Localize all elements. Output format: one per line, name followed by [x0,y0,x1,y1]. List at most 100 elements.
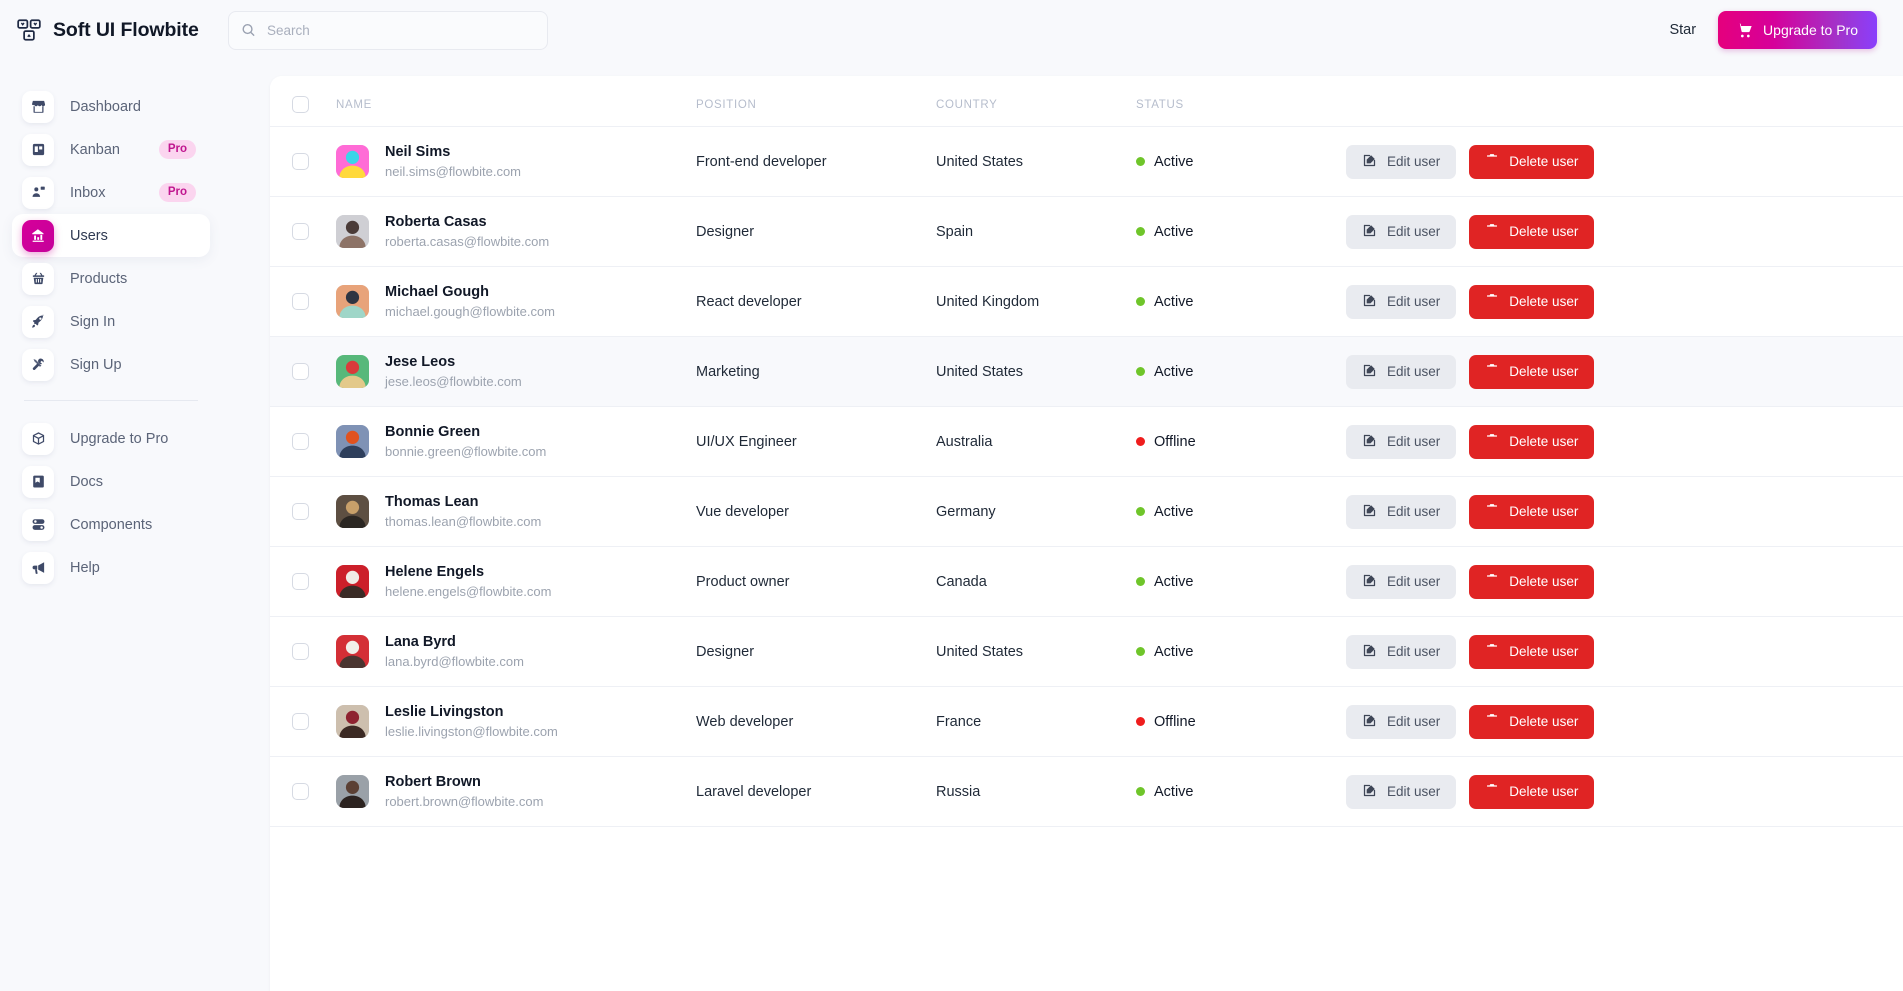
row-select-cell [270,757,336,827]
country-cell: Germany [936,477,1136,547]
sidebar-item-components[interactable]: Components [22,503,202,546]
row-checkbox[interactable] [292,503,309,520]
sidebar-item-sign-in[interactable]: Sign In [22,300,202,343]
row-checkbox[interactable] [292,223,309,240]
pencil-square-icon [1362,153,1377,171]
tools-icon [22,348,54,381]
edit-user-button[interactable]: Edit user [1346,214,1457,249]
table-row[interactable]: Thomas Lean thomas.lean@flowbite.com Vue d… [270,477,1903,547]
edit-user-button[interactable]: Edit user [1346,564,1457,599]
status-cell: Active [1136,617,1346,687]
edit-user-button[interactable]: Edit user [1346,634,1457,669]
edit-user-label: Edit user [1387,504,1441,519]
table-row[interactable]: Michael Gough michael.gough@flowbite.com R… [270,267,1903,337]
sidebar-item-sign-up[interactable]: Sign Up [22,343,202,386]
position-cell: Marketing [696,337,936,407]
search-input[interactable] [228,10,548,50]
users-table-card: NAME POSITION COUNTRY STATUS Neil Sims ne… [270,76,1903,991]
avatar [336,564,369,598]
sidebar-item-help[interactable]: Help [22,546,202,589]
sidebar-item-upgrade-to-pro[interactable]: Upgrade to Pro [22,417,202,460]
edit-user-button[interactable]: Edit user [1346,774,1457,809]
position-cell: Web developer [696,687,936,757]
user-cell: Robert Brown robert.brown@flowbite.com [336,757,696,827]
sidebar-item-inbox[interactable]: Inbox Pro [22,171,202,214]
position-cell: Designer [696,617,936,687]
country-text: Canada [936,573,987,590]
table-row[interactable]: Leslie Livingston leslie.livingston@flowb… [270,687,1903,757]
table-row[interactable]: Jese Leos jese.leos@flowbite.com Marketing… [270,336,1903,407]
sidebar-item-label: Components [70,516,153,533]
sidebar-item-dashboard[interactable]: Dashboard [22,85,202,128]
delete-user-button[interactable]: Delete user [1469,704,1595,739]
table-row[interactable]: Helene Engels helene.engels@flowbite.com P… [270,547,1903,617]
edit-user-button[interactable]: Edit user [1346,354,1457,389]
pencil-square-icon [1362,503,1377,521]
sidebar-item-products[interactable]: Products [22,257,202,300]
shopping-basket-icon [22,262,54,295]
brand[interactable]: Soft UI Flowbite [16,17,228,43]
select-all-checkbox[interactable] [292,96,309,113]
delete-user-button[interactable]: Delete user [1469,214,1595,249]
actions-cell: Edit user Delete user [1346,267,1903,337]
table-row[interactable]: Lana Byrd lana.byrd@flowbite.com Designer U… [270,617,1903,687]
user-name: Helene Engels [385,563,485,580]
table-row[interactable]: Neil Sims neil.sims@flowbite.com Front-end… [270,127,1903,197]
row-select-cell [270,617,336,687]
edit-user-button[interactable]: Edit user [1346,494,1457,529]
actions-cell: Edit user Delete user [1346,407,1903,477]
country-text: United Kingdom [936,293,1040,310]
table-row[interactable]: Roberta Casas roberta.casas@flowbite.com D… [270,197,1903,267]
edit-user-button[interactable]: Edit user [1346,424,1457,459]
row-checkbox[interactable] [292,643,309,660]
position-text: Product owner [696,573,790,590]
actions-cell: Edit user Delete user [1346,617,1903,687]
delete-user-button[interactable]: Delete user [1469,564,1595,599]
row-checkbox[interactable] [292,153,309,170]
edit-user-button[interactable]: Edit user [1346,144,1457,179]
position-text: Marketing [696,363,760,380]
delete-user-button[interactable]: Delete user [1469,144,1595,179]
country-cell: France [936,687,1136,757]
edit-user-label: Edit user [1387,294,1441,309]
row-checkbox[interactable] [292,713,309,730]
delete-user-label: Delete user [1509,784,1579,799]
pencil-square-icon [1362,713,1377,731]
delete-user-label: Delete user [1509,294,1579,309]
sidebar: Dashboard Kanban Pro Inbox Pro Users Pro… [0,60,222,991]
position-text: Web developer [696,713,794,730]
user-cell: Leslie Livingston leslie.livingston@flowb… [336,687,696,757]
user-cell: Jese Leos jese.leos@flowbite.com [336,337,696,407]
sidebar-item-kanban[interactable]: Kanban Pro [22,128,202,171]
delete-user-button[interactable]: Delete user [1469,354,1595,389]
sidebar-item-docs[interactable]: Docs [22,460,202,503]
delete-user-button[interactable]: Delete user [1469,284,1595,319]
delete-user-label: Delete user [1509,364,1579,379]
status-cell: Active [1136,127,1346,197]
avatar [336,774,369,808]
table-row[interactable]: Bonnie Green bonnie.green@flowbite.com UI/… [270,407,1903,477]
row-checkbox[interactable] [292,433,309,450]
edit-user-button[interactable]: Edit user [1346,704,1457,739]
delete-user-button[interactable]: Delete user [1469,634,1595,669]
trash-icon [1485,643,1499,660]
edit-user-button[interactable]: Edit user [1346,284,1457,319]
delete-user-button[interactable]: Delete user [1469,494,1595,529]
delete-user-button[interactable]: Delete user [1469,424,1595,459]
pro-badge: Pro [158,140,196,159]
search-box[interactable] [228,10,548,50]
sidebar-item-users[interactable]: Users [12,214,210,257]
upgrade-to-pro-button[interactable]: Upgrade to Pro [1718,11,1877,49]
status-dot-icon [1136,647,1145,656]
delete-user-button[interactable]: Delete user [1469,774,1595,809]
star-button[interactable]: Star [1669,22,1696,38]
pencil-square-icon [1362,573,1377,591]
row-checkbox[interactable] [292,363,309,380]
row-checkbox[interactable] [292,783,309,800]
row-checkbox[interactable] [292,293,309,310]
header-actions [1346,76,1903,127]
status-dot-icon [1136,507,1145,516]
avatar [336,494,369,528]
row-checkbox[interactable] [292,573,309,590]
table-row[interactable]: Robert Brown robert.brown@flowbite.com Lar… [270,757,1903,827]
